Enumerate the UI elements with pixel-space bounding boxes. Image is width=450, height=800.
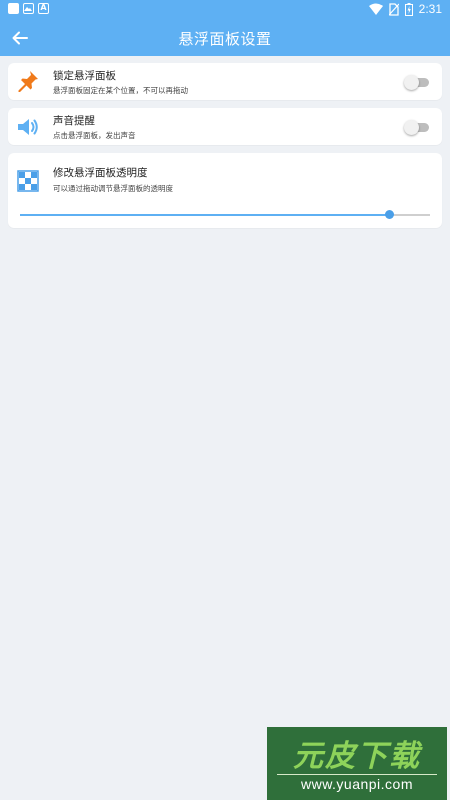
- status-time: 2:31: [418, 2, 442, 16]
- watermark-title: 元皮下载: [293, 739, 421, 774]
- wifi-icon: [368, 3, 383, 15]
- opacity-slider[interactable]: [20, 210, 430, 220]
- setting-opacity: 修改悬浮面板透明度 可以通过拖动调节悬浮面板的透明度: [8, 153, 442, 228]
- pin-icon: [18, 71, 38, 92]
- page-title: 悬浮面板设置: [178, 30, 272, 48]
- watermark-divider: [277, 774, 437, 775]
- status-left-icons: A: [8, 3, 49, 14]
- setting-description: 点击悬浮面板，发出声音: [53, 131, 136, 140]
- setting-description: 可以通过拖动调节悬浮面板的透明度: [53, 184, 173, 193]
- watermark-url: www.yuanpi.com: [300, 776, 414, 792]
- sound-alert-toggle[interactable]: [404, 120, 430, 135]
- toggle-thumb: [404, 120, 419, 135]
- lock-panel-toggle[interactable]: [404, 75, 430, 90]
- image-icon: [23, 3, 34, 14]
- battery-icon: [404, 2, 413, 16]
- setting-label: 声音提醒: [53, 115, 95, 127]
- slider-fill: [20, 214, 389, 216]
- a-icon: A: [38, 3, 49, 14]
- setting-description: 悬浮面板固定在某个位置，不可以再拖动: [53, 86, 188, 95]
- checkerboard-icon: [17, 170, 39, 192]
- watermark-logo: 元皮下载 www.yuanpi.com: [267, 727, 447, 800]
- setting-label: 锁定悬浮面板: [53, 70, 116, 82]
- status-right: 2:31: [368, 2, 442, 16]
- slider-knob[interactable]: [384, 210, 394, 219]
- toggle-thumb: [404, 75, 419, 90]
- speaker-icon: [18, 119, 38, 135]
- setting-label: 修改悬浮面板透明度: [53, 167, 148, 179]
- no-sim-icon: [388, 2, 399, 16]
- setting-lock-panel[interactable]: 锁定悬浮面板 悬浮面板固定在某个位置，不可以再拖动: [8, 63, 442, 100]
- app-bar: 悬浮面板设置: [0, 20, 450, 56]
- setting-sound-alert[interactable]: 声音提醒 点击悬浮面板，发出声音: [8, 108, 442, 145]
- status-bar: A 2:31: [0, 0, 450, 20]
- square-icon: [8, 3, 19, 14]
